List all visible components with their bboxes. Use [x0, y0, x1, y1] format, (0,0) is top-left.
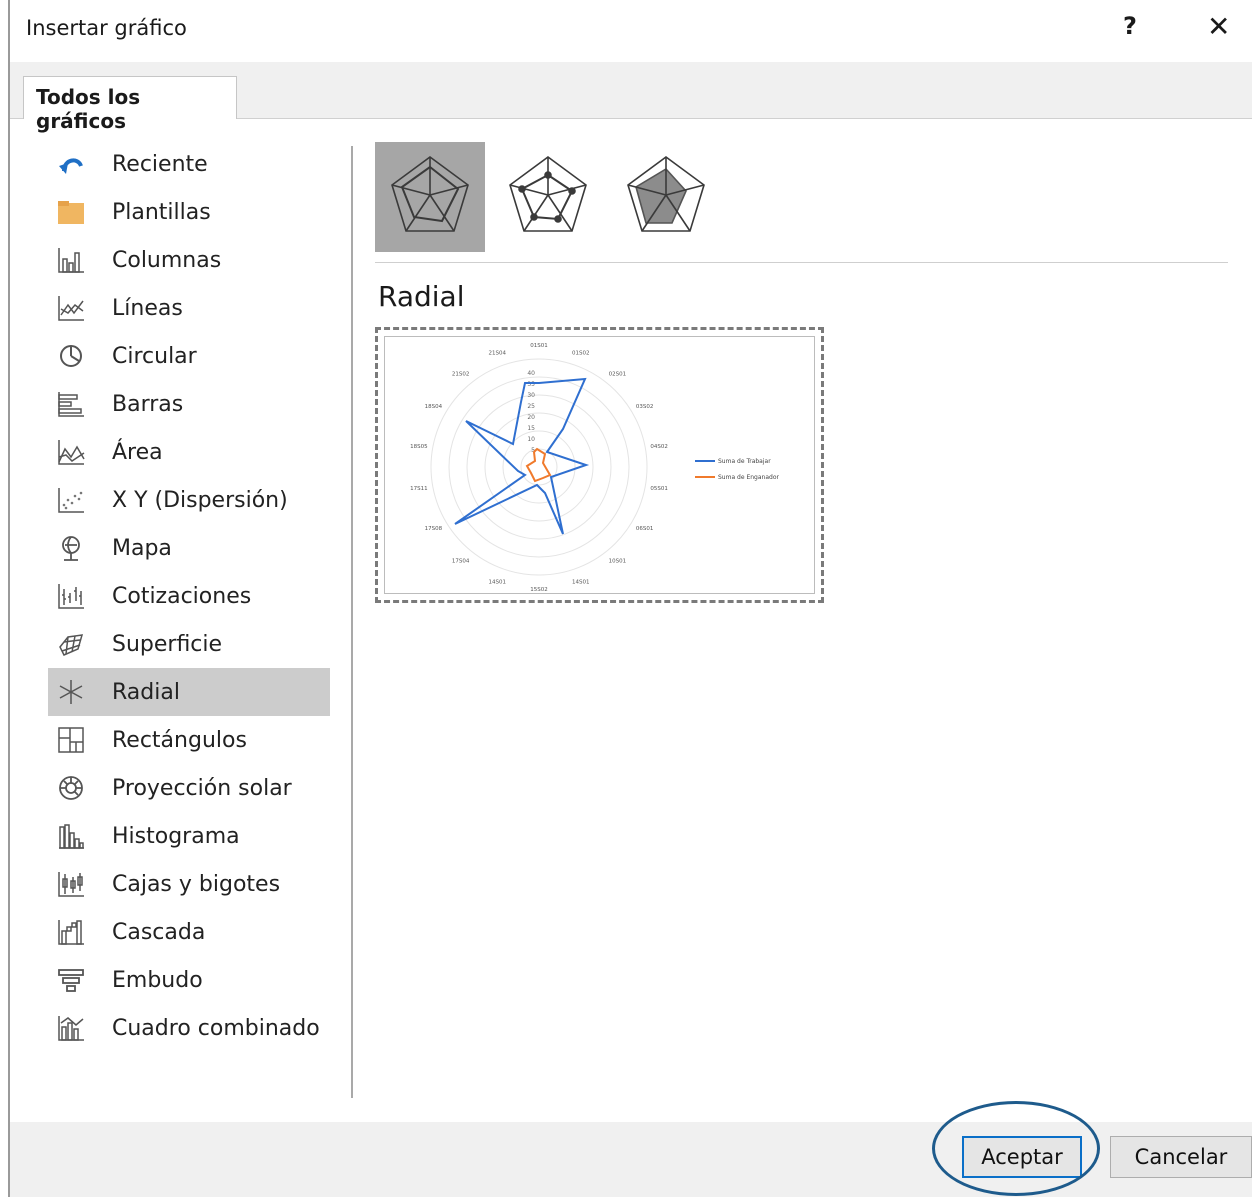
histogram-icon: [54, 819, 88, 853]
bar-chart-icon: [54, 387, 88, 421]
chart-preview-frame: 5 10 15 20 25 30 35 40 01S01 01S02 02S01 03S02 04S0…: [384, 336, 815, 594]
legend-label-1: Suma de Trabajar: [718, 458, 771, 465]
axis-tick-label: 25: [527, 403, 535, 410]
nav-item-templates[interactable]: Plantillas: [48, 188, 330, 236]
subtype-radar[interactable]: [375, 142, 485, 252]
line-chart-icon: [54, 291, 88, 325]
category-label: 15S02: [530, 587, 548, 593]
combo-chart-icon: [54, 1011, 88, 1045]
legend-label-2: Suma de Enganador: [718, 474, 779, 481]
nav-item-pie[interactable]: Circular: [48, 332, 330, 380]
category-label: 01S01: [530, 343, 548, 349]
insert-chart-dialog: Insertar gráfico ? ✕ Todos los gráficos …: [8, 0, 1252, 1197]
dialog-title: Insertar gráfico: [26, 16, 187, 40]
category-label: 14S01: [489, 580, 507, 586]
category-label: 21S04: [489, 350, 507, 356]
nav-item-bars[interactable]: Barras: [48, 380, 330, 428]
scatter-chart-icon: [54, 483, 88, 517]
category-label: 02S01: [609, 372, 627, 378]
category-label: 01S02: [572, 350, 590, 356]
nav-item-waterfall[interactable]: Cascada: [48, 908, 330, 956]
recent-icon: [54, 147, 88, 181]
nav-item-surface[interactable]: Superficie: [48, 620, 330, 668]
templates-folder-icon: [54, 195, 88, 229]
radar-icon: [380, 145, 480, 249]
subtype-radar-markers[interactable]: [493, 142, 603, 252]
category-label: 17S04: [452, 558, 470, 564]
category-label: 21S02: [452, 372, 470, 378]
stock-chart-icon: [54, 579, 88, 613]
axis-tick-label: 20: [527, 414, 535, 421]
treemap-icon: [54, 723, 88, 757]
nav-item-scatter[interactable]: X Y (Dispersión): [48, 476, 330, 524]
series-line-trabajar: [454, 377, 590, 535]
nav-item-histogram[interactable]: Histograma: [48, 812, 330, 860]
dialog-footer: Aceptar Cancelar: [10, 1122, 1252, 1197]
nav-item-area[interactable]: Área: [48, 428, 330, 476]
box-whisker-icon: [54, 867, 88, 901]
category-label: 03S02: [636, 404, 654, 410]
nav-item-sunburst[interactable]: Proyección solar: [48, 764, 330, 812]
funnel-icon: [54, 963, 88, 997]
nav-item-radar[interactable]: Radial: [48, 668, 330, 716]
pie-chart-icon: [54, 339, 88, 373]
chart-preview[interactable]: 5 10 15 20 25 30 35 40 01S01 01S02 02S01 03S02 04S0…: [375, 327, 824, 603]
nav-item-funnel[interactable]: Embudo: [48, 956, 330, 1004]
category-label: 05S01: [650, 486, 668, 492]
chart-type-list: Reciente Plantillas Columnas Líneas Circ…: [48, 140, 330, 1052]
category-label: 17S11: [410, 486, 428, 492]
nav-item-treemap[interactable]: Rectángulos: [48, 716, 330, 764]
nav-item-columns[interactable]: Columnas: [48, 236, 330, 284]
gallery-separator: [375, 262, 1228, 263]
close-button[interactable]: ✕: [1207, 10, 1230, 43]
radar-chart-icon: [54, 675, 88, 709]
axis-tick-label: 15: [527, 425, 535, 432]
axis-tick-label: 10: [527, 436, 535, 443]
sunburst-icon: [54, 771, 88, 805]
radar-markers-icon: [498, 145, 598, 249]
category-label: 10S01: [609, 558, 627, 564]
cancel-button[interactable]: Cancelar: [1110, 1136, 1252, 1178]
category-label: 14S01: [572, 580, 590, 586]
map-icon: [54, 531, 88, 565]
axis-tick-label: 40: [527, 370, 535, 377]
nav-item-map[interactable]: Mapa: [48, 524, 330, 572]
nav-item-combo[interactable]: Cuadro combinado: [48, 1004, 330, 1052]
area-chart-icon: [54, 435, 88, 469]
filled-radar-icon: [616, 145, 716, 249]
column-chart-icon: [54, 243, 88, 277]
nav-item-boxwhisker[interactable]: Cajas y bigotes: [48, 860, 330, 908]
ok-button[interactable]: Aceptar: [962, 1136, 1082, 1178]
tab-strip: Todos los gráficos: [10, 62, 1252, 133]
category-label: 18S04: [425, 404, 443, 410]
nav-item-recent[interactable]: Reciente: [48, 140, 330, 188]
category-label: 06S01: [636, 526, 654, 532]
title-bar: Insertar gráfico ? ✕: [10, 0, 1252, 60]
subtype-filled-radar[interactable]: [611, 142, 721, 252]
surface-chart-icon: [54, 627, 88, 661]
tab-all-charts[interactable]: Todos los gráficos: [23, 76, 237, 133]
chart-subtype-title: Radial: [378, 280, 465, 313]
axis-tick-label: 30: [527, 392, 535, 399]
waterfall-icon: [54, 915, 88, 949]
category-label: 17S08: [425, 526, 443, 532]
nav-item-lines[interactable]: Líneas: [48, 284, 330, 332]
category-label: 04S02: [650, 444, 668, 450]
help-button[interactable]: ?: [1123, 12, 1137, 40]
category-label: 18S05: [410, 444, 428, 450]
nav-item-stock[interactable]: Cotizaciones: [48, 572, 330, 620]
panel-divider: [351, 146, 353, 1098]
radar-preview-chart: 510152025303540 01S0101S0202S0103S0204S0…: [410, 343, 779, 593]
